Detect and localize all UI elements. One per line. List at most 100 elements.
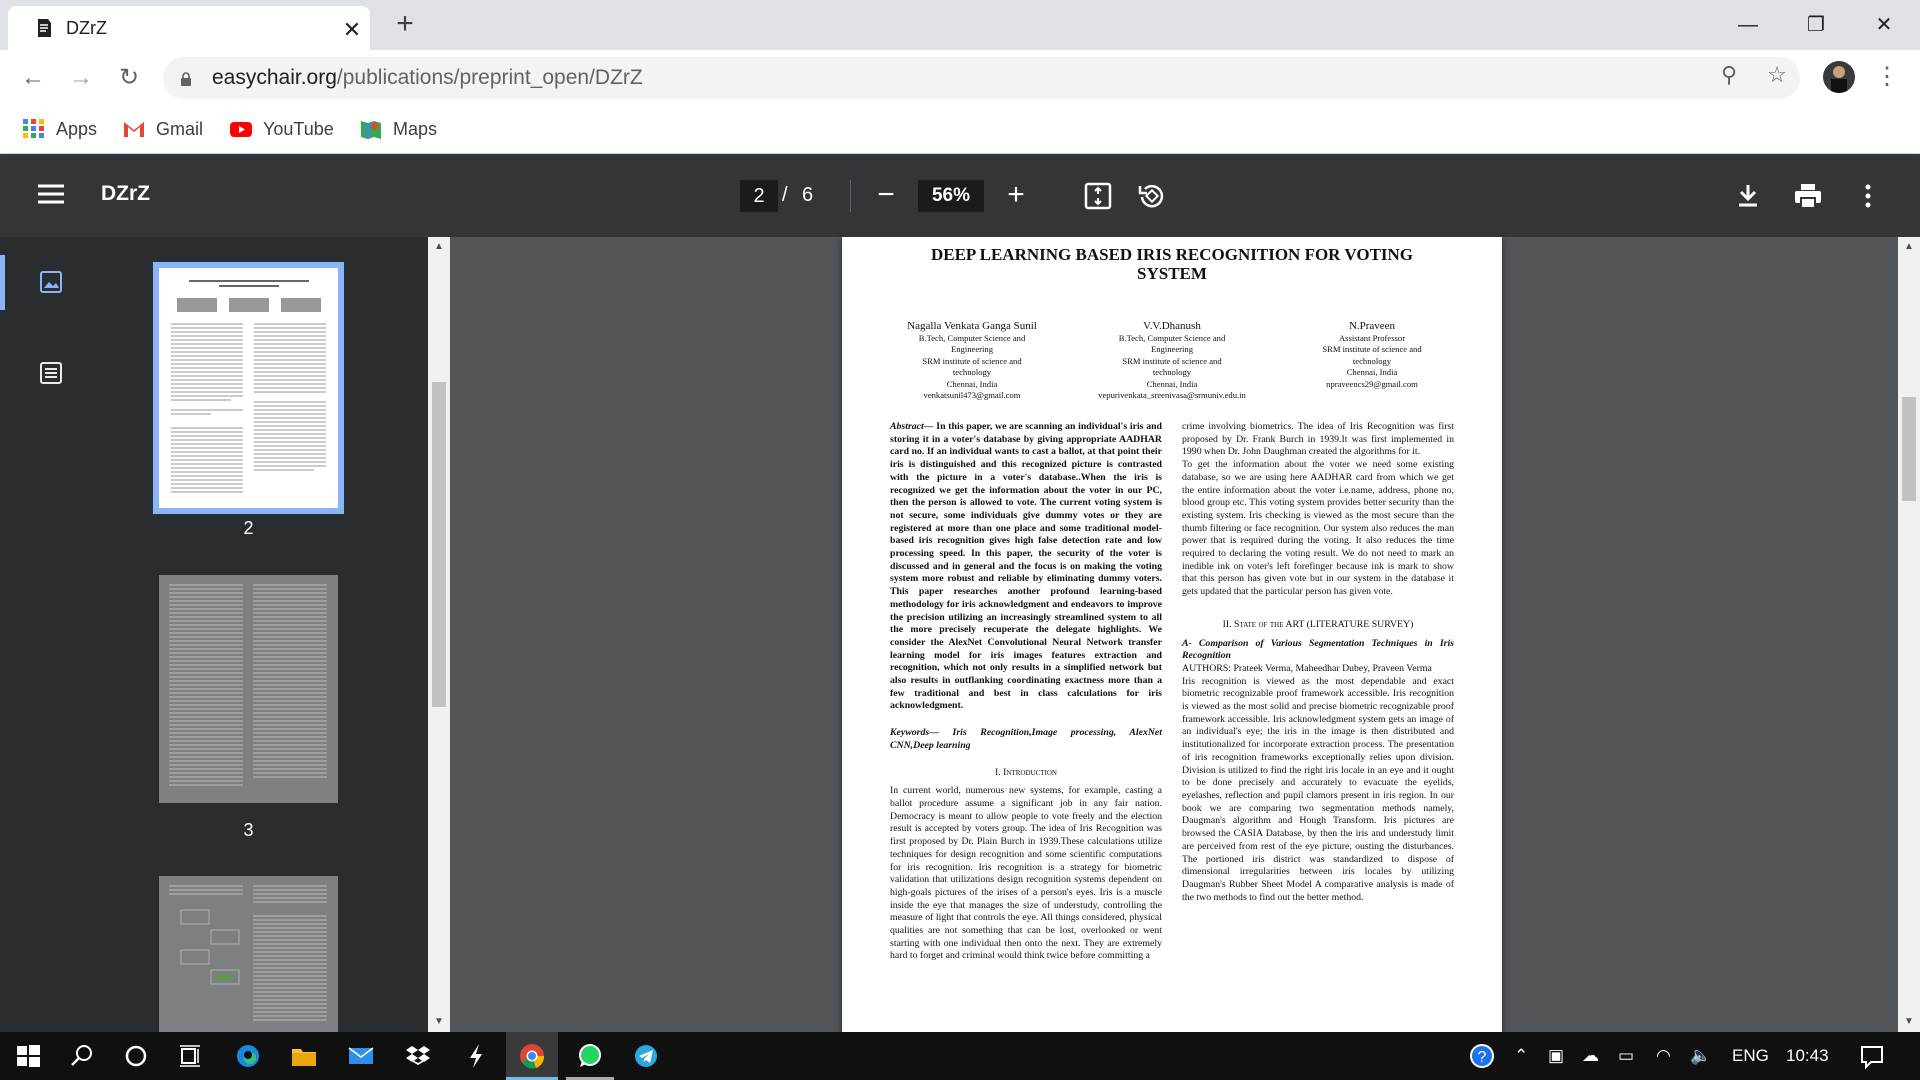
scroll-up-icon[interactable]: ▲ — [433, 241, 445, 253]
bookmark-maps[interactable]: Maps — [359, 116, 437, 142]
bookmarks-bar: Apps Gmail YouTube Maps — [0, 106, 1920, 154]
minimize-icon[interactable]: — — [1718, 10, 1778, 40]
bolt-app-icon[interactable] — [458, 1038, 494, 1074]
print-icon[interactable] — [1792, 180, 1824, 212]
bookmark-apps[interactable]: Apps — [22, 116, 97, 142]
sidebar-active-indicator — [0, 255, 5, 310]
section-heading-intro: I. Introduction — [995, 766, 1057, 778]
file-explorer-icon[interactable] — [286, 1038, 322, 1074]
search-icon[interactable] — [64, 1038, 100, 1074]
author-block: N.Praveen Assistant Professor SRM institu… — [1322, 320, 1422, 389]
page-separator: / — [782, 184, 788, 206]
edge-icon[interactable] — [230, 1038, 266, 1074]
thumbnail-page-4[interactable] — [159, 876, 338, 1032]
lock-icon — [181, 72, 191, 86]
windows-taskbar: ? ⌃ ▣ ☁ ▭ ◠ 🔈 ENG 10:43 — [0, 1032, 1920, 1080]
thumbnail-label-3: 3 — [243, 820, 254, 840]
intro-text: In current world, numerous new systems, … — [890, 785, 1162, 962]
chrome-icon[interactable] — [514, 1038, 550, 1074]
keywords: Keywords— Iris Recognition,Image process… — [890, 727, 1162, 751]
bookmark-youtube[interactable]: YouTube — [229, 116, 334, 142]
paper-title: DEEP LEARNING BASED IRIS RECOGNITION FOR… — [930, 245, 1414, 283]
tab-close-icon[interactable]: ✕ — [338, 16, 366, 44]
toolbar-divider — [850, 180, 851, 212]
apps-grid-icon — [23, 119, 44, 138]
new-tab-button[interactable]: + — [388, 8, 422, 42]
cortana-icon[interactable] — [118, 1038, 154, 1074]
zoom-out-button[interactable]: − — [870, 180, 902, 212]
youtube-icon — [230, 122, 252, 137]
page-total: 6 — [802, 184, 814, 206]
url-text[interactable]: easychair.org/publications/preprint_open… — [212, 66, 643, 90]
dropbox-icon[interactable] — [400, 1038, 436, 1074]
fit-page-icon[interactable] — [1082, 180, 1114, 212]
windows-start-icon[interactable] — [10, 1038, 46, 1074]
document-viewport: DEEP LEARNING BASED IRIS RECOGNITION FOR… — [450, 237, 1898, 1032]
scroll-up-icon[interactable]: ▲ — [1903, 241, 1915, 253]
gmail-icon — [124, 122, 144, 137]
outline-view-icon[interactable] — [37, 359, 65, 387]
download-icon[interactable] — [1732, 180, 1764, 212]
thumbnails-view-icon[interactable] — [37, 268, 65, 296]
thumbnail-page-4-preview — [169, 885, 327, 1021]
thumbnail-page-3-preview — [169, 584, 327, 786]
page-number-input[interactable]: 2 — [740, 180, 778, 212]
window-close-icon[interactable]: ✕ — [1854, 10, 1914, 40]
forward-icon[interactable]: → — [64, 61, 98, 95]
volume-icon[interactable]: 🔈 — [1690, 1046, 1711, 1066]
task-view-icon[interactable] — [172, 1038, 208, 1074]
whatsapp-icon[interactable] — [572, 1038, 608, 1074]
thumbnail-page-2[interactable] — [153, 262, 344, 514]
tab-strip: DZrZ ✕ + — ❐ ✕ — [0, 0, 1920, 50]
browser-toolbar: ← → ↻ easychair.org/publications/preprin… — [0, 50, 1920, 106]
document-scrollbar[interactable]: ▲ ▼ — [1898, 237, 1920, 1032]
telegram-icon[interactable] — [628, 1038, 664, 1074]
paragraph: To get the information about the voter w… — [1182, 459, 1454, 598]
document-title: DZrZ — [101, 182, 150, 205]
meet-now-icon[interactable]: ▣ — [1548, 1046, 1564, 1066]
scroll-down-icon[interactable]: ▼ — [433, 1016, 445, 1028]
left-column: Abstract— In this paper, we are scanning… — [890, 421, 1162, 963]
subsection-heading: A- Comparison of Various Segmentation Te… — [1182, 637, 1454, 662]
paragraph: crime involving biometrics. The idea of … — [1182, 421, 1454, 458]
right-column: crime involving biometrics. The idea of … — [1182, 421, 1454, 904]
more-options-icon[interactable] — [1852, 180, 1884, 212]
thumbnail-label-2: 2 — [243, 518, 254, 538]
bookmark-gmail[interactable]: Gmail — [122, 116, 203, 142]
document-favicon-icon — [38, 19, 51, 37]
menu-hamburger-icon[interactable] — [38, 183, 64, 205]
section-heading-2: II. State of the ART (LITERATURE SURVEY) — [1222, 618, 1414, 630]
scroll-down-icon[interactable]: ▼ — [1903, 1016, 1915, 1028]
bookmark-star-icon[interactable]: ☆ — [1762, 60, 1792, 90]
author-block: Nagalla Venkata Ganga Sunil B.Tech, Comp… — [907, 320, 1037, 400]
tray-chevron-icon[interactable]: ⌃ — [1514, 1046, 1528, 1066]
reload-icon[interactable]: ↻ — [112, 61, 146, 95]
language-indicator[interactable]: ENG — [1732, 1046, 1769, 1066]
help-icon[interactable]: ? — [1464, 1038, 1500, 1074]
svg-text:?: ? — [1478, 1049, 1487, 1066]
clock[interactable]: 10:43 — [1786, 1046, 1829, 1066]
browser-tab[interactable]: DZrZ ✕ — [8, 6, 370, 50]
tab-title: DZrZ — [66, 18, 107, 38]
battery-icon[interactable]: ▭ — [1618, 1046, 1634, 1066]
back-icon[interactable]: ← — [16, 61, 50, 95]
zoom-in-button[interactable]: + — [1000, 180, 1032, 212]
thumbnail-page-3[interactable] — [159, 575, 338, 803]
rotate-icon[interactable] — [1136, 180, 1168, 212]
zoom-magnifier-icon[interactable]: ⚲ — [1714, 60, 1744, 90]
chrome-menu-icon[interactable]: ⋮ — [1875, 62, 1899, 92]
mail-icon[interactable] — [343, 1038, 379, 1074]
avatar[interactable] — [1823, 61, 1855, 93]
sidebar-scrollbar[interactable]: ▲ ▼ — [428, 237, 450, 1032]
author-block: V.V.Dhanush B.Tech, Computer Science and… — [1098, 320, 1246, 400]
abstract: Abstract— In this paper, we are scanning… — [890, 421, 1163, 712]
paragraph: AUTHORS: Prateek Verma, Maheedhar Dubey,… — [1182, 662, 1432, 674]
restore-icon[interactable]: ❐ — [1786, 10, 1846, 40]
notifications-icon[interactable] — [1854, 1038, 1890, 1074]
sidebar-scroll-thumb[interactable] — [432, 382, 446, 707]
zoom-level-input[interactable]: 56% — [918, 180, 984, 212]
onedrive-icon[interactable]: ☁ — [1582, 1046, 1599, 1066]
thumbnail-page-2-preview — [171, 280, 326, 493]
wifi-icon[interactable]: ◠ — [1656, 1046, 1671, 1066]
document-scroll-thumb[interactable] — [1902, 397, 1916, 501]
